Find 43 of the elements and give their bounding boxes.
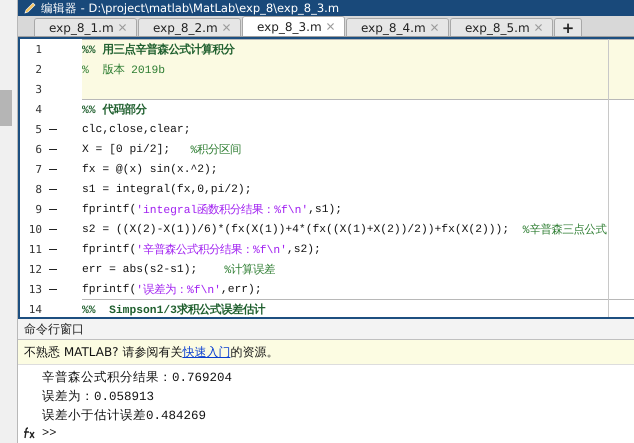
breakpoint-dash[interactable] [49,288,57,290]
function-icon[interactable] [22,427,36,439]
line-number: 1 [34,42,42,56]
breakpoint-dash[interactable] [49,268,57,270]
line-number: 4 [34,102,42,116]
notice-text: 不熟悉 MATLAB? 请参阅有关快速入门的资源。 [24,344,278,360]
line-number: 5 [34,122,42,136]
file-tab[interactable]: exp_8_2.m [138,18,241,36]
output-line: 误差小于估计误差0.484269 [42,408,208,425]
panel-title: 命令行窗口 [24,320,84,338]
line-number: 13 [28,282,42,296]
file-tab[interactable]: exp_8_1.m [34,18,137,36]
scrollbar-thumb[interactable] [0,90,12,126]
code-editor[interactable] [18,37,634,319]
breakpoint-dash[interactable] [49,228,57,230]
breakpoint-dash[interactable] [49,148,57,150]
command-prompt[interactable]: >> [42,426,56,440]
line-number: 2 [34,62,42,76]
close-icon[interactable] [325,21,336,32]
quick-start-link[interactable]: 快速入门 [182,344,230,358]
breakpoint-dash[interactable] [49,128,57,130]
line-number: 3 [34,82,42,96]
line-number: 10 [28,222,42,236]
command-output[interactable]: 辛普森公式积分结果：0.769204 误差为：0.058913 误差小于估计误差0.484269 >> [18,365,634,443]
line-number: 12 [28,262,42,276]
breakpoint-dash[interactable] [49,168,57,170]
breakpoint-dash[interactable] [49,208,57,210]
file-tab[interactable]: exp_8_3.m [242,16,345,36]
line-number: 6 [34,142,42,156]
output-line: 误差为：0.058913 [42,388,156,406]
line-number: 14 [28,302,42,316]
file-tab[interactable]: exp_8_4.m [346,18,449,36]
line-number: 9 [34,202,42,216]
file-tab[interactable]: exp_8_5.m [450,18,553,36]
line-number: 7 [34,162,42,176]
line-number: 8 [34,182,42,196]
output-line: 辛普森公式积分结果：0.769204 [42,369,234,387]
new-tab-button[interactable]: + [554,18,582,36]
window-title: 编辑器 - D:\project\matlab\MatLab\exp_8\exp_8_3.m [41,0,340,16]
breakpoint-dash[interactable] [49,188,57,190]
line-number: 11 [28,242,42,256]
breakpoint-dash[interactable] [49,248,57,250]
pencil-icon [24,2,36,14]
